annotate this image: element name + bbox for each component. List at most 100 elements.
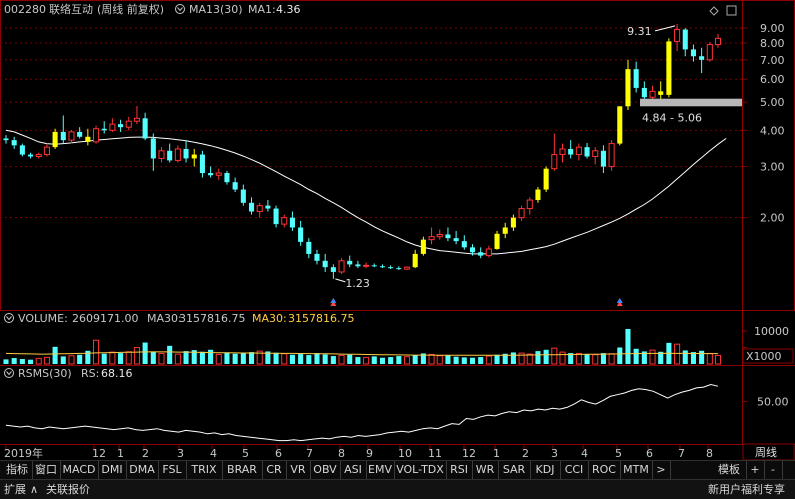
volume-bar — [133, 346, 140, 365]
indicator-tab-0[interactable]: 指标 — [2, 461, 33, 479]
volume-bar — [77, 354, 83, 364]
candle-body — [428, 236, 435, 241]
x-axis-label: 1 — [493, 447, 500, 460]
candle-body — [273, 208, 279, 225]
volume-bar — [35, 357, 42, 365]
indicator-tab-obv[interactable]: OBV — [310, 461, 341, 479]
candle-body — [101, 128, 107, 131]
rs-toggle-icon[interactable] — [4, 368, 14, 378]
indicator-tab-mtm[interactable]: MTM — [620, 461, 653, 479]
ma-indicator-label[interactable]: MA13(30) — [189, 3, 243, 16]
volume-toggle-icon[interactable] — [4, 313, 14, 323]
rs-line — [5, 383, 719, 442]
volume-bar — [338, 354, 345, 365]
indicator-tab-cr[interactable]: CR — [262, 461, 287, 479]
volume-bar — [101, 353, 107, 364]
indicator-tab-sar[interactable]: SAR — [498, 461, 531, 479]
candle-body — [714, 37, 722, 46]
indicator-tab-23[interactable]: + — [746, 461, 765, 479]
candle-body — [379, 266, 385, 268]
candle-body — [682, 29, 688, 50]
indicator-tab-roc[interactable]: ROC — [588, 461, 621, 479]
indicator-tab-rsi[interactable]: RSI — [446, 461, 473, 479]
expand-button[interactable]: 扩展 — [4, 480, 26, 499]
candle-body — [248, 202, 255, 212]
volume-bar — [174, 353, 181, 365]
volume-bar — [706, 352, 713, 365]
candle-body — [420, 239, 426, 254]
candle-body — [68, 131, 75, 141]
volume-bar — [600, 353, 606, 364]
volume-bar — [118, 353, 124, 364]
x-axis-label: 3 — [551, 447, 558, 460]
indicator-tab-kdj[interactable]: KDJ — [530, 461, 561, 479]
low-marker-arrow — [335, 278, 346, 283]
volume-bar — [3, 359, 9, 364]
candle-body — [633, 69, 639, 88]
volume-bar — [436, 355, 443, 365]
ma13-line — [5, 129, 727, 255]
candle-body — [575, 146, 582, 156]
volume-bar — [379, 357, 385, 364]
price-tick-label: 6.00 — [760, 73, 785, 86]
window-restore-icon[interactable] — [726, 5, 737, 16]
volume-bar — [109, 351, 116, 365]
candle-body — [330, 267, 336, 272]
price-pane-frame — [0, 0, 795, 311]
volume-bar — [363, 356, 370, 365]
candle-body — [28, 154, 34, 157]
rs-value: 68.16 — [101, 367, 133, 380]
volume-bar — [289, 354, 295, 364]
candle-body — [371, 265, 377, 267]
candle-body — [363, 264, 370, 267]
indicator-tab-1[interactable]: 窗口 — [32, 461, 61, 479]
indicator-tab-24[interactable]: - — [764, 461, 783, 479]
volume-bar — [150, 351, 156, 364]
indicator-tab-cci[interactable]: CCI — [560, 461, 589, 479]
volume-bar — [461, 357, 467, 364]
volume-header: VOLUME: 2609171.00 MA30: 3157816.75 MA30… — [4, 312, 354, 325]
rs-header: RSMS(30) RS: 68.16 — [4, 367, 133, 380]
volume-bar — [559, 351, 566, 365]
candle-body — [314, 253, 320, 261]
indicator-tab-emv[interactable]: EMV — [366, 461, 395, 479]
ma1-value: 4.36 — [276, 3, 301, 16]
volume-bar — [273, 352, 279, 364]
volume-ma30-value: 3157816.75 — [179, 312, 245, 325]
ma-settings-toggle[interactable] — [175, 4, 185, 14]
candle-body — [412, 253, 418, 268]
candle-body — [584, 147, 590, 157]
promo-link[interactable]: 新用户福利专享 — [708, 480, 785, 499]
toggle-down-icon[interactable] — [175, 4, 185, 14]
indicator-tab-22[interactable]: 模板 — [712, 461, 747, 479]
expand-arrow-icon[interactable]: ∧ — [30, 480, 38, 499]
indicator-tab-voltdx[interactable]: VOL-TDX — [394, 461, 447, 479]
related-quotes-button[interactable]: 关联报价 — [46, 480, 90, 499]
indicator-tab-fsl[interactable]: FSL — [158, 461, 187, 479]
indicator-tab-vr[interactable]: VR — [286, 461, 311, 479]
indicator-tab-dma[interactable]: DMA — [126, 461, 159, 479]
indicator-tab-asi[interactable]: ASI — [340, 461, 367, 479]
volume-bar — [551, 347, 558, 365]
price-header: 002280 联络互动 (周线 前复权) MA13(30) MA1: 4.36 — [4, 2, 301, 16]
volume-bar — [142, 342, 148, 364]
indicator-tab-21[interactable]: > — [652, 461, 671, 479]
volume-bar — [396, 356, 402, 364]
indicator-tab-trix[interactable]: TRIX — [186, 461, 223, 479]
candle-body — [109, 123, 116, 131]
indicator-tab-macd[interactable]: MACD — [60, 461, 99, 479]
candle-body — [265, 205, 271, 209]
indicator-tab-brar[interactable]: BRAR — [222, 461, 263, 479]
price-tick-labels: 2.00 3.00 4.00 5.00 6.00 7.00 8.00 9.00 — [742, 22, 785, 225]
candle-body — [52, 131, 58, 148]
indicator-tab-wr[interactable]: WR — [472, 461, 499, 479]
candle-body — [199, 154, 205, 174]
indicator-tab-dmi[interactable]: DMI — [98, 461, 127, 479]
diamond-icon[interactable] — [709, 6, 719, 16]
price-tick-label: 7.00 — [760, 54, 785, 67]
candle-body — [388, 267, 394, 269]
price-tick-label: 8.00 — [760, 37, 785, 50]
period-box-label: 周线 — [755, 445, 777, 459]
volume-bar — [125, 351, 132, 365]
candle-body — [118, 124, 124, 128]
